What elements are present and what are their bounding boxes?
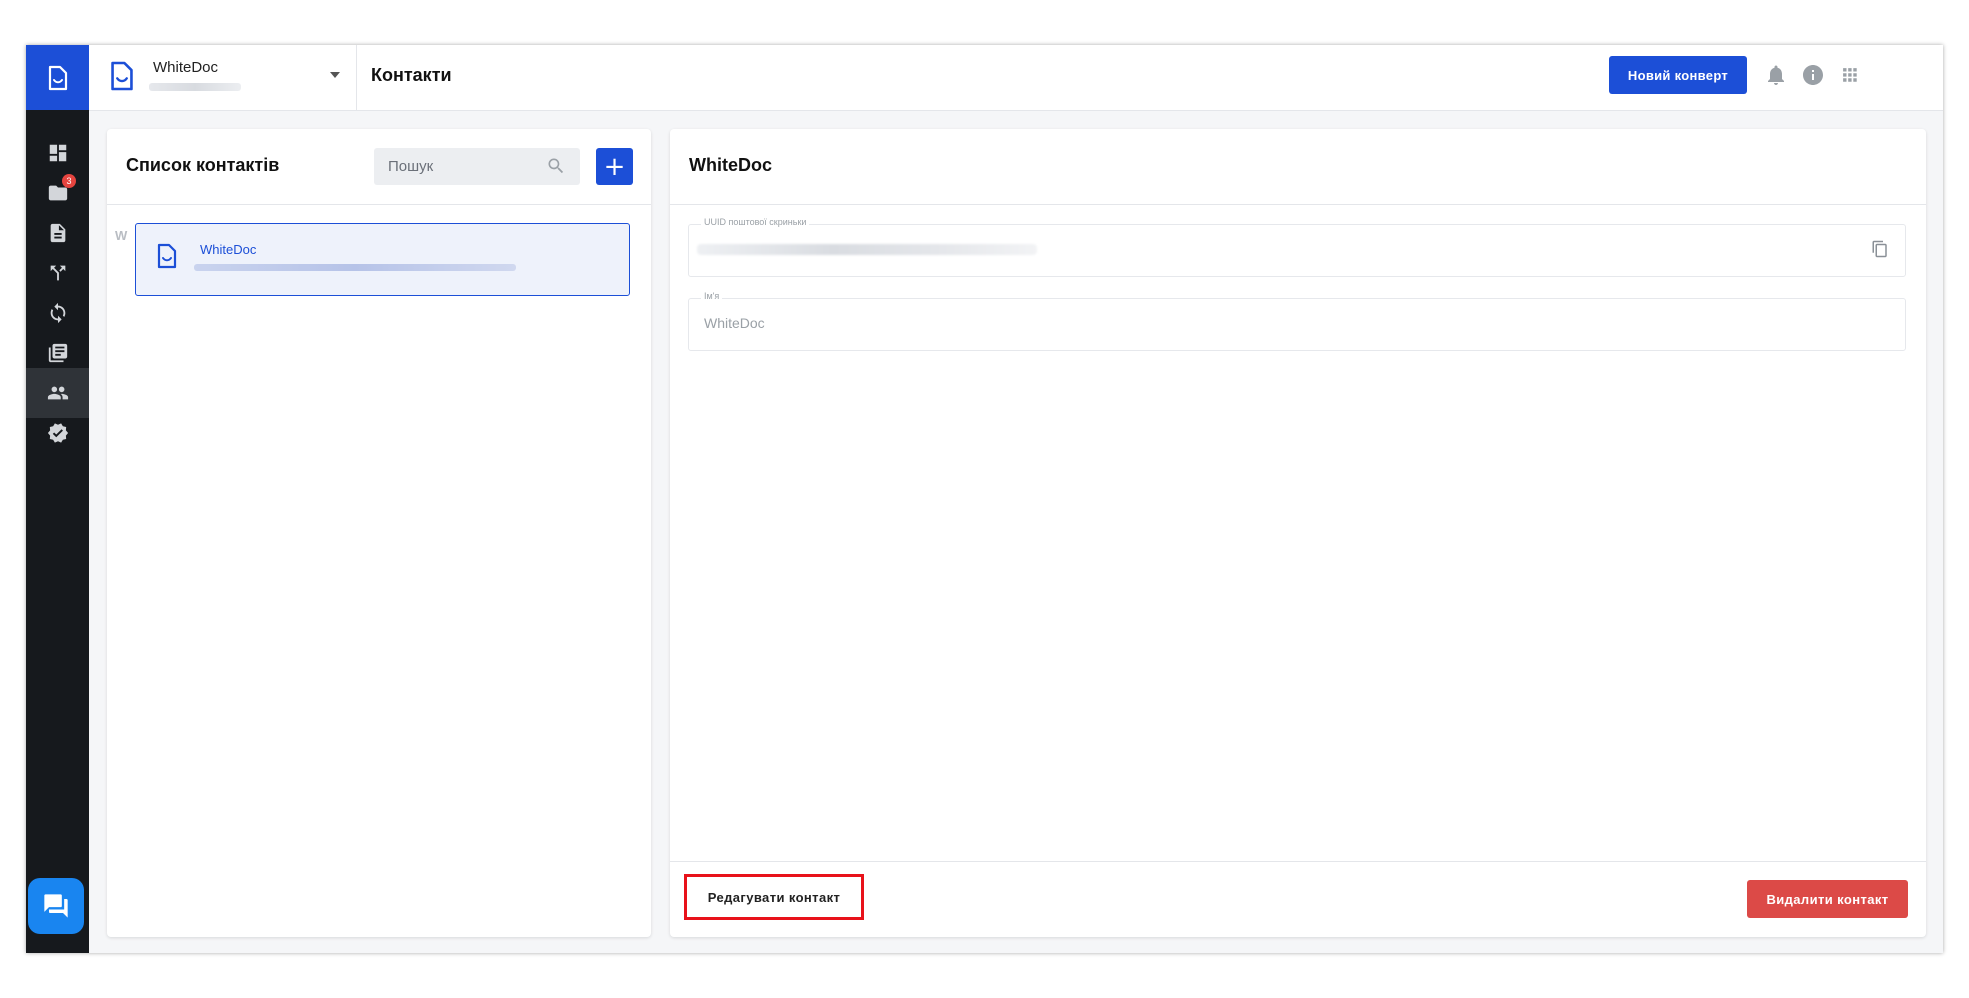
dashboard-icon [49, 144, 66, 162]
organization-switcher[interactable]: WhiteDoc [89, 45, 357, 110]
uuid-value-redacted [697, 244, 1037, 255]
sidebar: 3 [26, 45, 89, 953]
contact-detail-header: WhiteDoc [670, 129, 1926, 205]
edit-contact-button[interactable]: Редагувати контакт [684, 874, 864, 920]
contacts-list-header: Список контактів + [107, 129, 651, 205]
page-title: Контакти [371, 65, 452, 85]
verified-icon [47, 423, 68, 443]
search-input[interactable] [374, 148, 562, 185]
home-logo-button[interactable] [26, 45, 89, 110]
search-box[interactable] [374, 148, 580, 185]
contacts-icon [47, 386, 68, 400]
uuid-label: UUID поштової скриньки [701, 217, 810, 227]
contact-avatar-icon [157, 243, 177, 269]
document-icon [50, 223, 65, 243]
list-item[interactable]: WhiteDoc [135, 223, 630, 296]
org-name: WhiteDoc [153, 59, 219, 76]
chat-icon [44, 894, 68, 918]
name-label: Ім'я [701, 291, 723, 301]
library-icon [48, 343, 67, 363]
search-icon[interactable] [546, 156, 566, 176]
sidebar-item-verification[interactable] [26, 408, 89, 458]
chevron-down-icon [330, 72, 340, 78]
copy-icon[interactable] [1871, 240, 1891, 260]
contact-subtitle-redacted [194, 264, 516, 271]
contact-detail-footer: Редагувати контакт Видалити контакт [670, 861, 1926, 937]
apps-grid-icon[interactable] [1838, 63, 1862, 87]
top-bar: WhiteDoc Контакти Новий конверт [89, 45, 1943, 111]
org-logo-icon [111, 61, 133, 91]
info-icon[interactable] [1801, 63, 1825, 87]
routes-icon [50, 265, 65, 281]
app-window: 3 WhiteDoc Контакти Новий конверт Список… [26, 45, 1943, 953]
group-letter: W [115, 228, 128, 243]
name-field[interactable]: Ім'я WhiteDoc [688, 291, 1906, 351]
new-envelope-button[interactable]: Новий конверт [1609, 56, 1747, 94]
contacts-list-title: Список контактів [126, 155, 280, 175]
whitedoc-logo-icon [48, 65, 67, 90]
org-subtitle-redacted [149, 83, 241, 91]
add-contact-button[interactable]: + [596, 148, 633, 185]
sync-icon [50, 302, 65, 324]
bell-icon[interactable] [1764, 63, 1788, 87]
notification-badge: 3 [62, 174, 76, 188]
contact-detail-panel: WhiteDoc UUID поштової скриньки Ім'я Whi… [670, 129, 1926, 937]
contact-detail-title: WhiteDoc [689, 155, 772, 175]
name-value: WhiteDoc [704, 315, 765, 331]
delete-contact-button[interactable]: Видалити контакт [1747, 880, 1908, 918]
chat-button[interactable] [28, 878, 84, 934]
contact-name: WhiteDoc [200, 242, 257, 257]
contacts-list-panel: Список контактів + W WhiteDoc [107, 129, 651, 937]
uuid-field[interactable]: UUID поштової скриньки [688, 217, 1906, 277]
